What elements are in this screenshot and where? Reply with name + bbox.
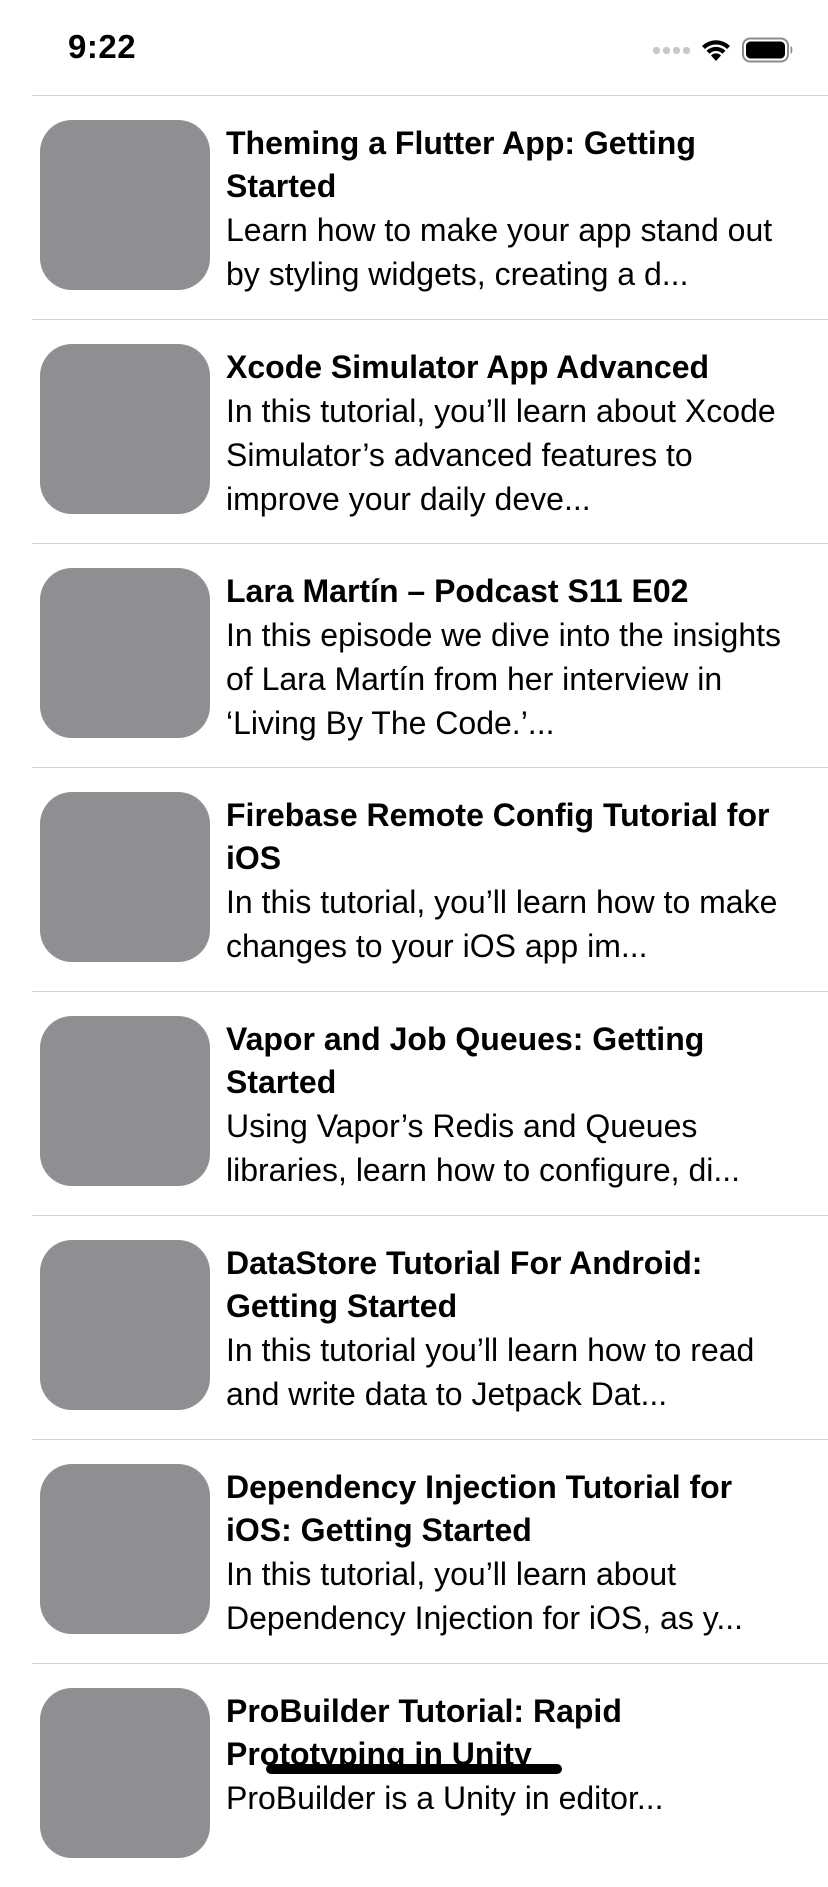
thumbnail-placeholder bbox=[40, 1688, 210, 1858]
thumbnail-placeholder bbox=[40, 1016, 210, 1186]
item-title: Firebase Remote Config Tutorial for iOS bbox=[226, 797, 770, 876]
status-bar: 9:22 bbox=[0, 0, 828, 96]
cellular-signal-icon bbox=[653, 46, 690, 54]
thumbnail-placeholder bbox=[40, 568, 210, 738]
item-description: In this episode we dive into the insight… bbox=[226, 617, 781, 741]
list-item[interactable]: Theming a Flutter App: Getting Started L… bbox=[32, 95, 828, 319]
wifi-icon bbox=[702, 40, 730, 61]
item-title: Theming a Flutter App: Getting Started bbox=[226, 125, 696, 204]
item-title: Dependency Injection Tutorial for iOS: G… bbox=[226, 1469, 733, 1548]
item-description: In this tutorial you’ll learn how to rea… bbox=[226, 1332, 755, 1412]
status-time: 9:22 bbox=[68, 28, 137, 65]
item-description: In this tutorial, you’ll learn about Dep… bbox=[226, 1556, 743, 1636]
list-item[interactable]: Vapor and Job Queues: Getting Started Us… bbox=[32, 991, 828, 1215]
home-indicator[interactable] bbox=[266, 1764, 562, 1774]
item-title: Lara Martín – Podcast S11 E02 bbox=[226, 573, 689, 609]
tutorial-list[interactable]: Theming a Flutter App: Getting Started L… bbox=[0, 95, 828, 1887]
item-description: In this tutorial, you’ll learn how to ma… bbox=[226, 884, 778, 964]
list-item[interactable]: Firebase Remote Config Tutorial for iOS … bbox=[32, 767, 828, 991]
thumbnail-placeholder bbox=[40, 120, 210, 290]
item-title: Xcode Simulator App Advanced bbox=[226, 349, 710, 385]
thumbnail-placeholder bbox=[40, 344, 210, 514]
item-title: Vapor and Job Queues: Getting Started bbox=[226, 1021, 705, 1100]
list-item[interactable]: Xcode Simulator App Advanced In this tut… bbox=[32, 319, 828, 543]
thumbnail-placeholder bbox=[40, 1240, 210, 1410]
list-item[interactable]: Dependency Injection Tutorial for iOS: G… bbox=[32, 1439, 828, 1663]
item-description: In this tutorial, you’ll learn about Xco… bbox=[226, 393, 776, 517]
thumbnail-placeholder bbox=[40, 792, 210, 962]
list-item[interactable]: DataStore Tutorial For Android: Getting … bbox=[32, 1215, 828, 1439]
item-description: ProBuilder is a Unity in editor... bbox=[226, 1780, 664, 1816]
status-icons bbox=[653, 36, 794, 64]
thumbnail-placeholder bbox=[40, 1464, 210, 1634]
list-item[interactable]: ProBuilder Tutorial: Rapid Prototyping i… bbox=[32, 1663, 828, 1887]
item-description: Using Vapor’s Redis and Queues libraries… bbox=[226, 1108, 741, 1188]
battery-icon bbox=[742, 37, 793, 63]
list-item[interactable]: Lara Martín – Podcast S11 E02 In this ep… bbox=[32, 543, 828, 767]
item-description: Learn how to make your app stand out by … bbox=[226, 212, 773, 292]
item-title: DataStore Tutorial For Android: Getting … bbox=[226, 1245, 703, 1324]
